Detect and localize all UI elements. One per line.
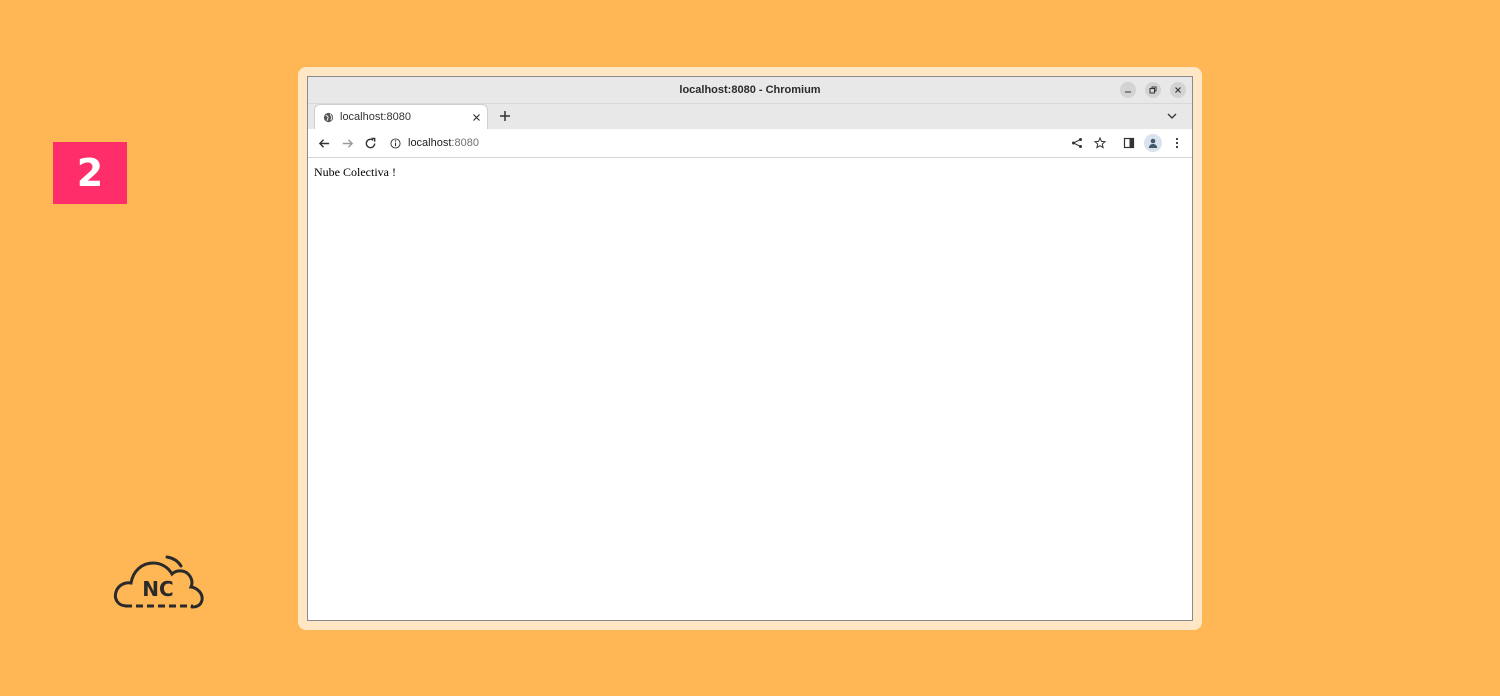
url-port: :8080 <box>451 137 479 149</box>
window-title: localhost:8080 - Chromium <box>679 84 821 96</box>
nc-cloud-logo: NC <box>113 555 204 609</box>
step-number-badge: 2 <box>53 142 127 204</box>
more-vertical-icon <box>1175 137 1179 149</box>
forward-button[interactable] <box>340 136 354 150</box>
title-bar: localhost:8080 - Chromium <box>308 77 1192 103</box>
menu-button[interactable] <box>1170 136 1184 150</box>
browser-toolbar: localhost:8080 <box>308 129 1192 158</box>
tab-strip: localhost:8080 <box>308 103 1192 129</box>
person-icon <box>1148 138 1158 148</box>
close-tab-icon[interactable] <box>472 113 481 122</box>
tab-title: localhost:8080 <box>340 111 411 123</box>
step-number: 2 <box>76 151 104 195</box>
browser-window: localhost:8080 - Chromium localhost:8080… <box>307 76 1193 621</box>
star-icon <box>1094 137 1106 149</box>
forward-arrow-icon <box>342 138 353 148</box>
side-panel-icon <box>1123 137 1135 149</box>
minimize-icon <box>1125 91 1131 93</box>
share-button[interactable] <box>1070 136 1084 150</box>
address-bar[interactable]: localhost:8080 <box>390 133 1110 153</box>
page-text: Nube Colectiva ! <box>314 165 396 179</box>
share-icon <box>1072 138 1082 148</box>
screenshot-frame: localhost:8080 - Chromium localhost:8080… <box>298 67 1202 630</box>
url-host: localhost <box>408 137 452 149</box>
info-icon[interactable] <box>390 137 401 149</box>
close-icon <box>1175 87 1181 93</box>
minimize-button[interactable] <box>1120 82 1136 98</box>
back-arrow-icon <box>318 138 329 148</box>
globe-icon <box>323 112 334 122</box>
tab-localhost[interactable]: localhost:8080 <box>314 104 488 129</box>
new-tab-icon[interactable] <box>498 109 512 123</box>
close-window-button[interactable] <box>1170 82 1186 98</box>
page-content: Nube Colectiva ! <box>308 158 1192 186</box>
bookmark-button[interactable] <box>1093 136 1107 150</box>
reload-icon <box>365 137 375 148</box>
restore-button[interactable] <box>1145 82 1161 98</box>
reload-button[interactable] <box>363 136 377 150</box>
logo-text: NC <box>142 577 173 601</box>
restore-icon <box>1149 86 1157 94</box>
back-button[interactable] <box>317 136 331 150</box>
side-panel-button[interactable] <box>1122 136 1136 150</box>
chevron-down-icon[interactable] <box>1166 110 1178 122</box>
profile-button[interactable] <box>1144 134 1162 152</box>
